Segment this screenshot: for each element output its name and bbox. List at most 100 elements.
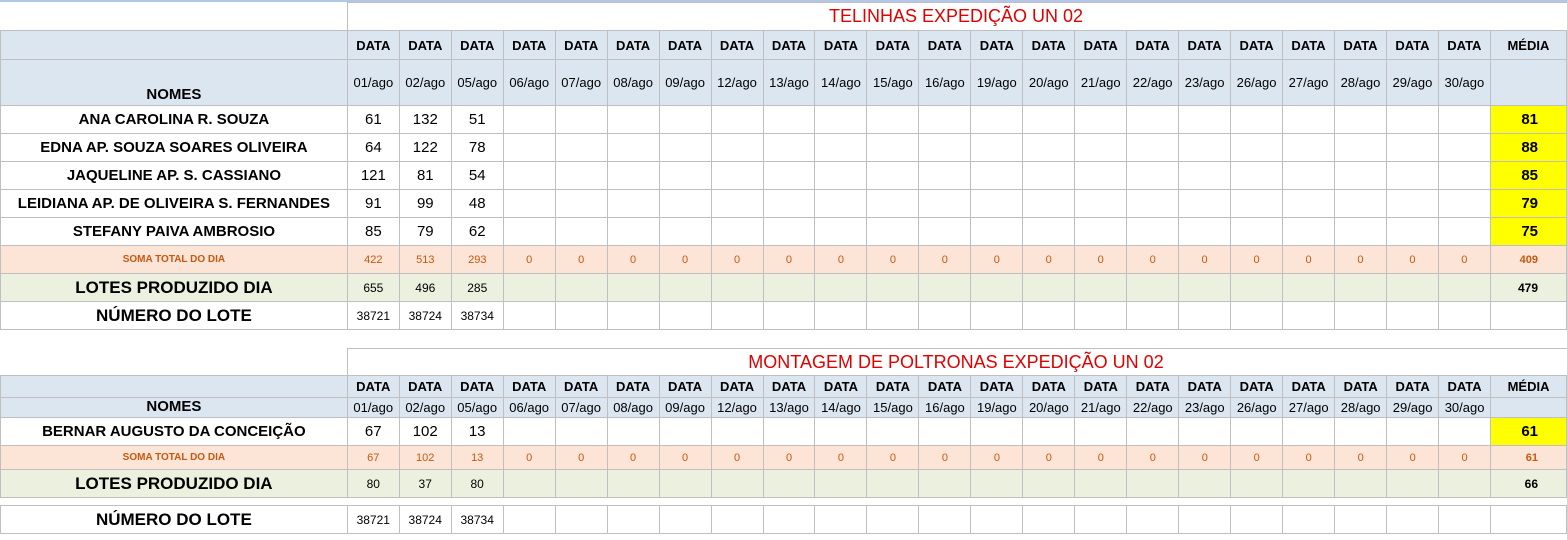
soma-value-cell[interactable]: 0	[1230, 445, 1284, 470]
empty-cell[interactable]	[918, 273, 972, 302]
date-cell[interactable]: 26/ago	[1230, 59, 1284, 106]
soma-value-cell[interactable]: 67	[346, 445, 400, 470]
empty-cell[interactable]	[762, 105, 816, 134]
media-blank-cell[interactable]	[1489, 59, 1567, 106]
empty-cell[interactable]	[762, 505, 816, 534]
empty-cell[interactable]	[1282, 469, 1336, 498]
empty-cell[interactable]	[658, 105, 712, 134]
empty-cell[interactable]	[1126, 105, 1180, 134]
date-cell[interactable]: 19/ago	[970, 59, 1024, 106]
date-cell[interactable]: 27/ago	[1282, 397, 1336, 418]
lotes-value-cell[interactable]: 285	[450, 273, 504, 302]
soma-label-cell[interactable]: SOMA TOTAL DO DIA	[0, 445, 348, 470]
person-name-cell[interactable]: LEIDIANA AP. DE OLIVEIRA S. FERNANDES	[0, 189, 348, 218]
media-value-cell[interactable]: 81	[1489, 105, 1567, 134]
empty-cell[interactable]	[658, 133, 712, 162]
date-cell[interactable]: 28/ago	[1334, 397, 1388, 418]
empty-cell[interactable]	[918, 469, 972, 498]
empty-cell[interactable]	[1333, 189, 1387, 218]
empty-cell[interactable]	[1437, 301, 1491, 330]
date-cell[interactable]: 16/ago	[918, 397, 972, 418]
data-header-cell[interactable]: DATA	[554, 375, 608, 398]
date-cell[interactable]: 09/ago	[658, 59, 712, 106]
empty-cell[interactable]	[502, 301, 556, 330]
data-header-cell[interactable]: DATA	[398, 30, 452, 60]
media-value-cell[interactable]: 79	[1489, 189, 1567, 218]
empty-cell[interactable]	[710, 217, 764, 246]
date-cell[interactable]: 02/ago	[398, 397, 452, 418]
soma-value-cell[interactable]: 0	[1438, 445, 1492, 470]
empty-cell[interactable]	[814, 301, 868, 330]
empty-cell[interactable]	[554, 105, 608, 134]
empty-cell[interactable]	[1022, 217, 1076, 246]
soma-value-cell[interactable]: 0	[1178, 445, 1232, 470]
value-cell[interactable]: 67	[346, 417, 400, 446]
soma-value-cell[interactable]: 293	[450, 245, 504, 274]
empty-cell[interactable]	[1126, 417, 1180, 446]
date-cell[interactable]: 27/ago	[1282, 59, 1335, 106]
date-cell[interactable]: 15/ago	[866, 397, 920, 418]
numero-lote-value-cell[interactable]: 38734	[450, 301, 504, 330]
media-value-cell[interactable]: 61	[1490, 417, 1567, 446]
empty-cell[interactable]	[502, 105, 556, 134]
empty-cell[interactable]	[1230, 417, 1284, 446]
empty-cell[interactable]	[918, 105, 972, 134]
soma-value-cell[interactable]: 0	[1230, 245, 1284, 274]
soma-value-cell[interactable]: 0	[1178, 245, 1232, 274]
date-cell[interactable]: 13/ago	[762, 397, 816, 418]
data-header-cell[interactable]: DATA	[502, 375, 556, 398]
empty-cell[interactable]	[1230, 469, 1284, 498]
empty-cell[interactable]	[658, 301, 712, 330]
data-header-cell[interactable]: DATA	[606, 375, 660, 398]
empty-cell[interactable]	[1282, 217, 1335, 246]
date-cell[interactable]: 20/ago	[1022, 59, 1076, 106]
empty-cell[interactable]	[866, 189, 920, 218]
media-header-cell[interactable]: MÉDIA	[1489, 30, 1567, 60]
empty-cell[interactable]	[866, 505, 920, 534]
empty-cell[interactable]	[1282, 301, 1335, 330]
date-cell[interactable]: 06/ago	[502, 397, 556, 418]
date-cell[interactable]: 26/ago	[1230, 397, 1284, 418]
soma-value-cell[interactable]: 0	[866, 245, 920, 274]
empty-cell[interactable]	[1333, 133, 1387, 162]
empty-cell[interactable]	[1385, 161, 1439, 190]
date-cell[interactable]: 28/ago	[1333, 59, 1387, 106]
soma-value-cell[interactable]: 13	[450, 445, 504, 470]
date-cell[interactable]: 07/ago	[554, 397, 608, 418]
empty-cell[interactable]	[918, 161, 972, 190]
data-header-cell[interactable]: DATA	[1385, 30, 1439, 60]
date-cell[interactable]: 14/ago	[814, 59, 868, 106]
soma-value-cell[interactable]: 0	[1022, 445, 1076, 470]
date-cell[interactable]: 23/ago	[1178, 59, 1232, 106]
person-name-cell[interactable]: STEFANY PAIVA AMBROSIO	[0, 217, 348, 246]
empty-cell[interactable]	[762, 189, 816, 218]
empty-cell[interactable]	[762, 133, 816, 162]
data-header-cell[interactable]: DATA	[1074, 375, 1128, 398]
empty-cell[interactable]	[1230, 301, 1284, 330]
soma-value-cell[interactable]: 0	[710, 245, 764, 274]
soma-value-cell[interactable]: 0	[918, 445, 972, 470]
value-cell[interactable]: 64	[346, 133, 400, 162]
person-name-cell[interactable]: JAQUELINE AP. S. CASSIANO	[0, 161, 348, 190]
empty-cell[interactable]	[1230, 217, 1284, 246]
data-header-cell[interactable]: DATA	[1126, 375, 1180, 398]
date-cell[interactable]: 05/ago	[450, 59, 504, 106]
empty-cell[interactable]	[814, 133, 868, 162]
media-value-cell[interactable]: 85	[1489, 161, 1567, 190]
empty-cell[interactable]	[1178, 469, 1232, 498]
data-header-cell[interactable]: DATA	[918, 375, 972, 398]
media-header-cell[interactable]: MÉDIA	[1490, 375, 1567, 398]
soma-value-cell[interactable]: 0	[1022, 245, 1076, 274]
empty-cell[interactable]	[1178, 105, 1232, 134]
empty-cell[interactable]	[1386, 469, 1440, 498]
soma-label-cell[interactable]: SOMA TOTAL DO DIA	[0, 245, 348, 274]
soma-value-cell[interactable]: 0	[502, 245, 556, 274]
empty-cell[interactable]	[1022, 161, 1076, 190]
soma-value-cell[interactable]: 0	[606, 245, 660, 274]
empty-cell[interactable]	[1178, 161, 1232, 190]
person-name-cell[interactable]: ANA CAROLINA R. SOUZA	[0, 105, 348, 134]
empty-cell[interactable]	[606, 133, 660, 162]
data-header-cell[interactable]: DATA	[346, 30, 400, 60]
empty-cell[interactable]	[866, 161, 920, 190]
empty-cell[interactable]	[502, 417, 556, 446]
